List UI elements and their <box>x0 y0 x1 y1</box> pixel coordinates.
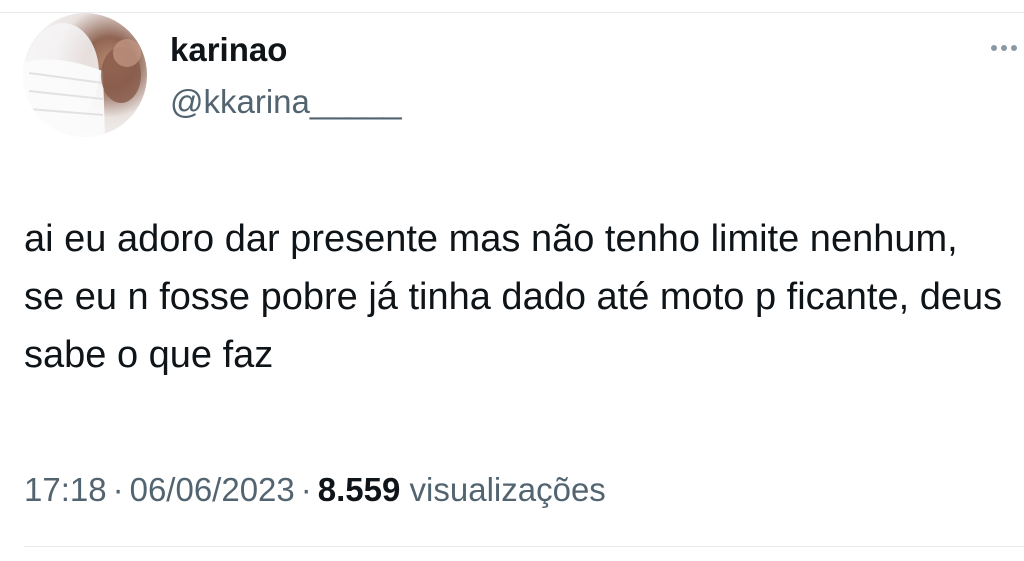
top-divider <box>0 12 1024 13</box>
separator-dot: · <box>300 471 312 508</box>
author-name[interactable]: karinao <box>170 30 287 70</box>
more-horizontal-icon[interactable] <box>980 34 1024 62</box>
avatar[interactable] <box>23 13 147 137</box>
author-handle[interactable]: @kkarina_____ <box>170 82 402 122</box>
bottom-divider <box>24 546 1024 547</box>
separator-dot: · <box>112 471 124 508</box>
views-label: visualizações <box>409 471 606 508</box>
tweet-date[interactable]: 06/06/2023 <box>130 471 295 508</box>
views-count: 8.559 <box>317 471 401 508</box>
tweet-time[interactable]: 17:18 <box>24 471 107 508</box>
tweet-metadata: 17:18 · 06/06/2023 · 8.559 visualizações <box>24 468 606 512</box>
avatar-photo <box>23 23 141 137</box>
tweet-text: ai eu adoro dar presente mas não tenho l… <box>24 218 1003 376</box>
